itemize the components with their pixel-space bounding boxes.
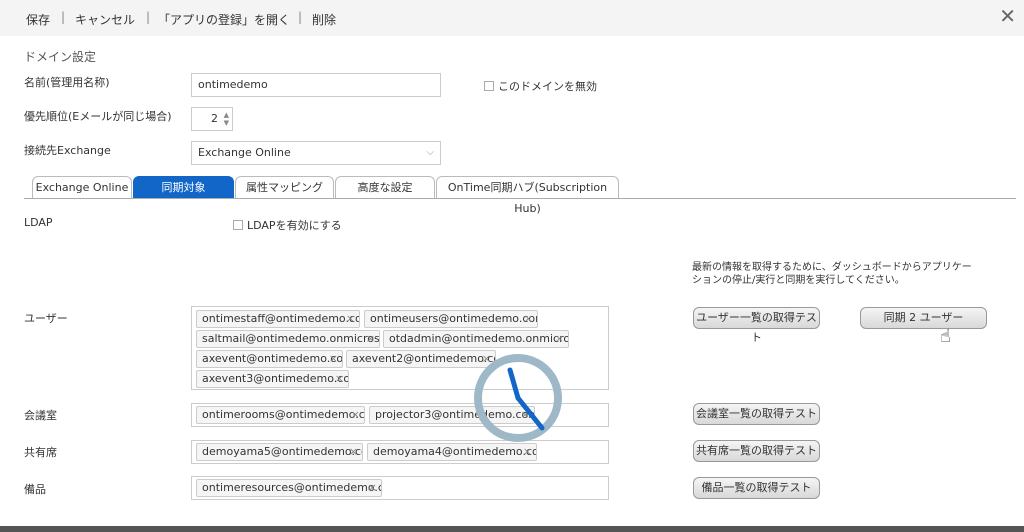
shared-label: 共有席	[24, 446, 57, 459]
name-label: 名前(管理用名称)	[24, 76, 110, 89]
disable-domain-checkbox[interactable]: このドメインを無効	[484, 78, 597, 94]
equipment-tag-input[interactable]: ontimeresources@ontimedemo.c... ×	[191, 476, 609, 500]
rooms-label: 会議室	[24, 409, 57, 422]
section-title: ドメイン設定	[24, 50, 97, 64]
users-test-button[interactable]: ユーザー一覧の取得テスト	[693, 307, 820, 344]
remove-tag-icon[interactable]: ×	[366, 331, 375, 347]
tag-label: ontimeusers@ontimedemo.com	[370, 312, 538, 325]
remove-tag-icon[interactable]: ×	[351, 407, 360, 423]
rooms-test-button[interactable]: 会議室一覧の取得テスト	[693, 403, 820, 425]
loading-clock-icon	[474, 354, 562, 442]
tab-exchange-online[interactable]: Exchange Online	[32, 176, 132, 198]
open-app-registration-button[interactable]: 「アプリの登録」を開く	[158, 11, 290, 28]
user-tag[interactable]: axevent@ontimedemo.com ×	[196, 350, 343, 368]
exchange-value: Exchange Online	[198, 146, 291, 159]
toolbar-separator: |	[61, 10, 66, 24]
user-tag[interactable]: otdadmin@ontimedemo.onmicro... ×	[383, 330, 569, 348]
shared-tag[interactable]: demoyama5@ontimedemo.com ×	[196, 443, 363, 461]
bottom-edge	[0, 526, 1024, 532]
tag-label: demoyama5@ontimedemo.com	[202, 445, 363, 458]
remove-tag-icon[interactable]: ×	[555, 331, 564, 347]
chevron-down-icon: ⌵	[426, 147, 434, 158]
remove-tag-icon[interactable]: ×	[346, 311, 355, 327]
tag-label: ontimeresources@ontimedemo.c...	[202, 481, 382, 494]
remove-tag-icon[interactable]: ×	[368, 480, 377, 496]
checkbox-box[interactable]	[484, 81, 494, 91]
tag-label: ontimestaff@ontimedemo.com	[202, 312, 360, 325]
tab-subscription-hub[interactable]: OnTime同期ハブ(Subscription Hub)	[436, 176, 619, 215]
shared-test-button[interactable]: 共有席一覧の取得テスト	[693, 440, 820, 462]
equipment-label: 備品	[24, 483, 46, 496]
sync-info-text: 最新の情報を取得するために、ダッシュボードからアプリケーションの停止/実行と同期…	[692, 262, 972, 286]
ldap-enable-checkbox[interactable]: LDAPを有効にする	[233, 217, 342, 233]
delete-button[interactable]: 削除	[312, 11, 336, 28]
spinner-hand-long	[515, 395, 545, 431]
toolbar: 保存 | キャンセル | 「アプリの登録」を開く | 削除 ✕	[0, 0, 1024, 36]
equipment-test-button[interactable]: 備品一覧の取得テスト	[693, 477, 820, 499]
name-input[interactable]: ontimedemo	[191, 73, 441, 97]
tab-sync-target[interactable]: 同期対象	[133, 176, 234, 198]
tab-divider	[24, 198, 1016, 199]
toolbar-separator: |	[146, 10, 151, 24]
tag-label: ontimerooms@ontimedemo.com	[202, 408, 365, 421]
user-tag[interactable]: axevent3@ontimedemo.com ×	[196, 370, 349, 388]
checkbox-box[interactable]	[233, 220, 243, 230]
equipment-tag[interactable]: ontimeresources@ontimedemo.c... ×	[196, 479, 382, 497]
cancel-button[interactable]: キャンセル	[75, 11, 135, 28]
priority-value: 2	[211, 112, 218, 125]
toolbar-separator: |	[298, 10, 303, 24]
sync-users-button[interactable]: 同期 2 ユーザー	[860, 307, 987, 329]
remove-tag-icon[interactable]: ×	[524, 311, 533, 327]
user-tag[interactable]: ontimeusers@ontimedemo.com ×	[364, 310, 538, 328]
tab-attribute-mapping[interactable]: 属性マッピング	[235, 176, 334, 198]
priority-stepper[interactable]: 2 ▲ ▼	[191, 107, 233, 131]
disable-domain-label: このドメインを無効	[498, 80, 597, 93]
remove-tag-icon[interactable]: ×	[523, 444, 532, 460]
tag-label: axevent@ontimedemo.com	[202, 352, 343, 365]
close-icon[interactable]: ✕	[999, 4, 1016, 28]
save-button[interactable]: 保存	[26, 11, 50, 28]
ldap-label: LDAP	[24, 216, 53, 229]
tag-label: otdadmin@ontimedemo.onmicro...	[389, 332, 569, 345]
user-tag[interactable]: saltmail@ontimedemo.onmicros... ×	[196, 330, 380, 348]
tag-label: axevent3@ontimedemo.com	[202, 372, 349, 385]
ldap-enable-label: LDAPを有効にする	[247, 219, 342, 232]
user-tag[interactable]: ontimestaff@ontimedemo.com ×	[196, 310, 360, 328]
remove-tag-icon[interactable]: ×	[329, 351, 338, 367]
spinner-hand-short	[507, 367, 521, 401]
tag-label: demoyama4@ontimedemo.com	[373, 445, 537, 458]
exchange-label: 接続先Exchange	[24, 144, 111, 157]
remove-tag-icon[interactable]: ×	[335, 371, 344, 387]
hand-cursor-icon: ☝	[940, 326, 951, 347]
priority-label: 優先順位(Eメールが同じ場合)	[24, 110, 172, 123]
spin-arrows-icon[interactable]: ▲ ▼	[224, 111, 229, 127]
exchange-select[interactable]: Exchange Online ⌵	[191, 141, 441, 165]
tag-label: saltmail@ontimedemo.onmicros...	[202, 332, 380, 345]
remove-tag-icon[interactable]: ×	[349, 444, 358, 460]
users-label: ユーザー	[24, 312, 68, 325]
room-tag[interactable]: ontimerooms@ontimedemo.com ×	[196, 406, 365, 424]
tab-advanced-settings[interactable]: 高度な設定	[335, 176, 435, 198]
